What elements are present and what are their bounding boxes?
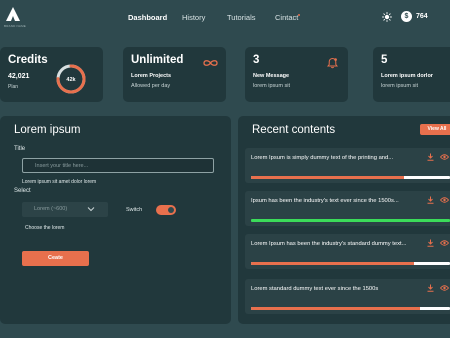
recent-panel: Recent contents View All Lorem Ipsum is … (238, 116, 450, 324)
other-card[interactable]: 5 Lorem ipsum dorlor lorem ipsum sit (373, 47, 450, 102)
progress-fill (251, 307, 421, 310)
download-icon[interactable] (427, 196, 434, 204)
brand-logo-icon[interactable] (6, 7, 20, 21)
unlimited-card[interactable]: Unlimited Lorem Projects Allowed per day (123, 47, 226, 102)
switch-knob (168, 207, 174, 213)
switch-label: Switch (126, 207, 143, 213)
view-all-button[interactable]: View All (420, 124, 450, 135)
sun-icon[interactable] (382, 12, 392, 22)
progress-fill (251, 262, 415, 265)
credits-title: Credits (8, 54, 48, 66)
form-panel: Lorem ipsum Title Insert your title here… (0, 116, 231, 324)
top-nav: BRAND NAME Dashboard History Tutorials C… (0, 0, 450, 36)
nav-history[interactable]: History (182, 13, 205, 22)
progress-bar (251, 307, 450, 310)
nav-tutorials[interactable]: Tutorials (227, 13, 255, 22)
other-count: 5 (381, 54, 388, 66)
title-help-text: Lorem ipsum sit amet dolor lorem (22, 179, 97, 185)
nav-contact[interactable]: Cintact (275, 13, 298, 22)
download-icon[interactable] (427, 284, 434, 292)
unlimited-subtitle: Lorem Projects (131, 73, 172, 79)
progress-bar (251, 219, 450, 222)
progress-fill (251, 219, 450, 222)
credits-label: Plan (8, 84, 19, 90)
notification-dot (298, 14, 300, 16)
title-input-placeholder: Insert your title here... (35, 163, 89, 169)
recent-heading: Recent contents (252, 124, 336, 136)
messages-caption: lorem ipsum sit (253, 83, 290, 89)
title-label: Title (14, 146, 26, 152)
recent-item-text: Lorem Ipsum is simply dummy text of the … (251, 155, 394, 161)
create-button[interactable]: Ceate (22, 251, 89, 266)
eye-icon[interactable] (440, 240, 449, 246)
recent-item[interactable]: Lorem Ipsum has been the industry's stan… (245, 234, 450, 269)
lorem-select[interactable]: Lorem (~600) (22, 202, 108, 217)
brand-logo-text: BRAND NAME (4, 24, 27, 28)
eye-icon[interactable] (440, 197, 449, 203)
recent-item-text: Ipsum has been the industry's text ever … (251, 198, 399, 204)
recent-item-text: Lorem Ipsum has been the industry's stan… (251, 241, 407, 247)
switch-toggle[interactable] (156, 205, 176, 215)
credits-card[interactable]: Credits 42,021 Plan 42k (0, 47, 103, 102)
other-subtitle: Lorem ipsum dorlor (381, 73, 433, 79)
unlimited-title: Unlimited (131, 54, 184, 66)
eye-icon[interactable] (440, 154, 449, 160)
messages-subtitle: New Message (253, 73, 290, 79)
form-heading: Lorem ipsum (14, 124, 81, 136)
download-icon[interactable] (427, 153, 434, 161)
eye-icon[interactable] (440, 285, 449, 291)
credits-value: 42,021 (8, 73, 30, 80)
messages-count: 3 (253, 54, 260, 66)
recent-item[interactable]: Ipsum has been the industry's text ever … (245, 191, 450, 226)
select-value: Lorem (~600) (34, 206, 68, 212)
coin-balance: 764 (416, 13, 428, 20)
other-caption: lorem ipsum sit (381, 83, 418, 89)
progress-bar (251, 262, 450, 265)
bell-icon (327, 57, 338, 69)
recent-item[interactable]: Lorem Ipsum is simply dummy text of the … (245, 148, 450, 183)
progress-fill (251, 176, 405, 179)
recent-item-text: Lorem standard dummy text ever since the… (251, 286, 379, 292)
nav-dashboard[interactable]: Dashboard (128, 13, 167, 22)
download-icon[interactable] (427, 239, 434, 247)
coin-icon[interactable]: $ (401, 11, 412, 22)
title-input[interactable]: Insert your title here... (22, 158, 214, 173)
chevron-down-icon (87, 207, 95, 212)
messages-card[interactable]: 3 New Message lorem ipsum sit (245, 47, 348, 102)
credits-progress-ring: 42k (56, 64, 86, 94)
recent-item[interactable]: Lorem standard dummy text ever since the… (245, 279, 450, 314)
credits-ring-label: 42k (66, 77, 76, 83)
select-label: Select (14, 188, 31, 194)
progress-bar (251, 176, 450, 179)
unlimited-caption: Allowed per day (131, 83, 171, 89)
choose-text: Choose the lorem (25, 225, 65, 231)
infinity-icon (203, 60, 218, 66)
